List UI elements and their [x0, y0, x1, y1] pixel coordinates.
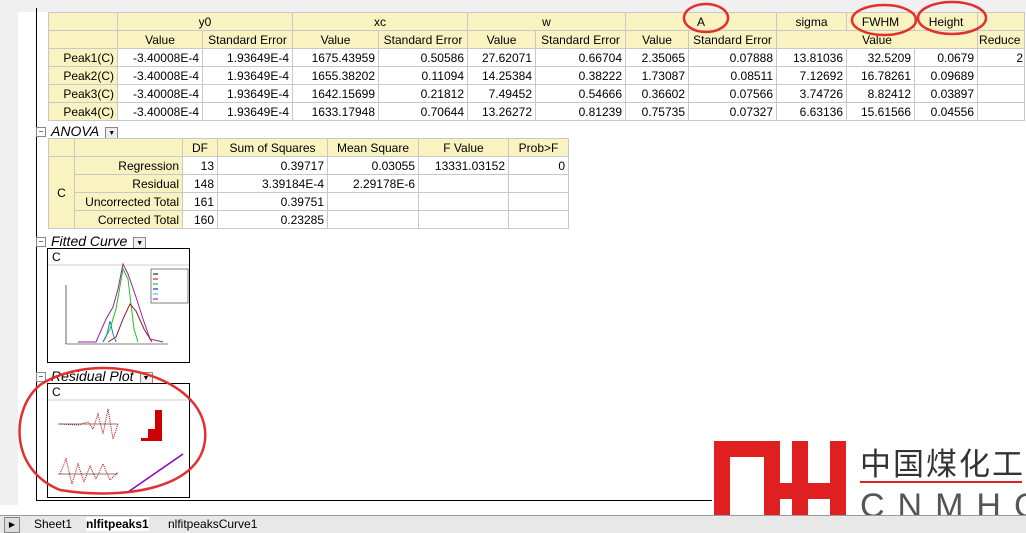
tab-nlfitpeakscurve1[interactable]: nlfitpeaksCurve1: [168, 517, 257, 531]
watermark-cn-text: 中国煤化工: [860, 447, 1025, 482]
scroll-right-icon[interactable]: ▶: [4, 517, 20, 533]
sheet-tab-bar: ▶ Sheet1 nlfitpeaks1 nlfitpeaksCurve1: [0, 515, 1026, 533]
watermark-divider: [860, 481, 1022, 483]
tab-nlfitpeaks1[interactable]: nlfitpeaks1: [86, 517, 149, 531]
tab-sheet1[interactable]: Sheet1: [34, 517, 72, 531]
